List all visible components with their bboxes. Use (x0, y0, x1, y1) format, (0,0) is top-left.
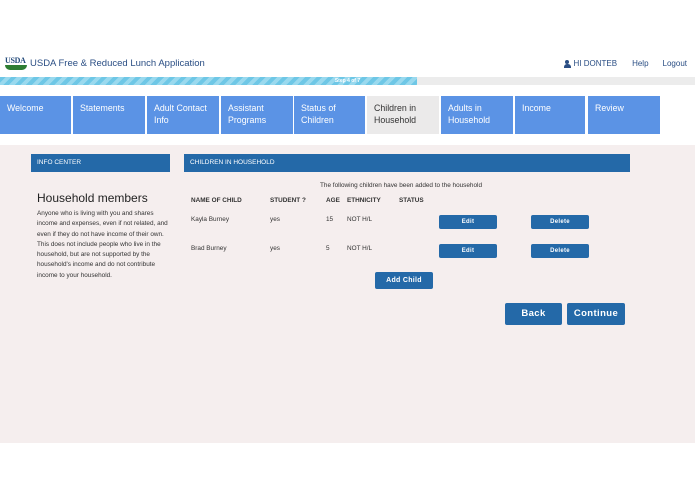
tab-status-of-children[interactable]: Status of Children (294, 96, 365, 134)
logo-swoosh (5, 65, 27, 70)
children-header: CHILDREN IN HOUSEHOLD (184, 154, 630, 172)
column-header-status: STATUS (399, 197, 424, 204)
tab-statements[interactable]: Statements (73, 96, 145, 134)
column-header-student: STUDENT ? (270, 197, 306, 204)
child-ethnicity: NOT H/L (347, 245, 373, 252)
column-header-ethnicity: ETHNICITY (347, 197, 381, 204)
info-center-title: Household members (37, 191, 148, 205)
tab-assistant-programs[interactable]: Assistant Programs (221, 96, 293, 134)
add-child-button[interactable]: Add Child (375, 272, 433, 289)
tab-welcome[interactable]: Welcome (0, 96, 71, 134)
child-age: 5 (326, 245, 330, 252)
top-header: USDA USDA Free & Reduced Lunch Applicati… (0, 0, 695, 75)
delete-child-button[interactable]: Delete (531, 215, 589, 229)
child-student: yes (270, 216, 280, 223)
column-header-name: NAME OF CHILD (191, 197, 242, 204)
back-button[interactable]: Back (505, 303, 562, 325)
usda-logo[interactable]: USDA (5, 57, 27, 71)
child-name: Kayla Burney (191, 216, 230, 223)
logout-link[interactable]: Logout (663, 59, 687, 68)
tab-income[interactable]: Income (515, 96, 585, 134)
usda-logo-mark: USDA (5, 57, 27, 71)
help-link[interactable]: Help (632, 59, 648, 68)
delete-child-button[interactable]: Delete (531, 244, 589, 258)
info-center-body: Anyone who is living with you and shares… (37, 210, 168, 279)
tab-adults-in-household[interactable]: Adults in Household (441, 96, 513, 134)
user-menu[interactable]: HI DONTEB (563, 59, 618, 68)
user-links: HI DONTEB Help Logout (563, 59, 687, 68)
step-nav: Welcome Statements Adult Contact Info As… (0, 96, 695, 134)
app-title: USDA Free & Reduced Lunch Application (30, 58, 205, 69)
child-ethnicity: NOT H/L (347, 216, 373, 223)
tab-children-in-household[interactable]: Children in Household (367, 96, 439, 134)
progress-bar: Step 4 of 7 (0, 77, 695, 85)
main-content: INFO CENTER Household members Anyone who… (0, 145, 695, 443)
info-center-header: INFO CENTER (31, 154, 170, 172)
children-subtitle: The following children have been added t… (320, 182, 483, 189)
column-header-age: AGE (326, 197, 340, 204)
child-name: Brad Burney (191, 245, 227, 252)
user-icon (563, 59, 571, 68)
tab-review[interactable]: Review (588, 96, 660, 134)
continue-button[interactable]: Continue (567, 303, 625, 325)
application-page: USDA USDA Free & Reduced Lunch Applicati… (0, 0, 695, 494)
edit-child-button[interactable]: Edit (439, 215, 497, 229)
progress-label: Step 4 of 7 (334, 78, 361, 84)
edit-child-button[interactable]: Edit (439, 244, 497, 258)
user-greeting: HI DONTEB (573, 59, 618, 68)
tab-adult-contact-info[interactable]: Adult Contact Info (147, 96, 219, 134)
logo-text: USDA (5, 56, 26, 65)
child-student: yes (270, 245, 280, 252)
child-age: 15 (326, 216, 334, 223)
